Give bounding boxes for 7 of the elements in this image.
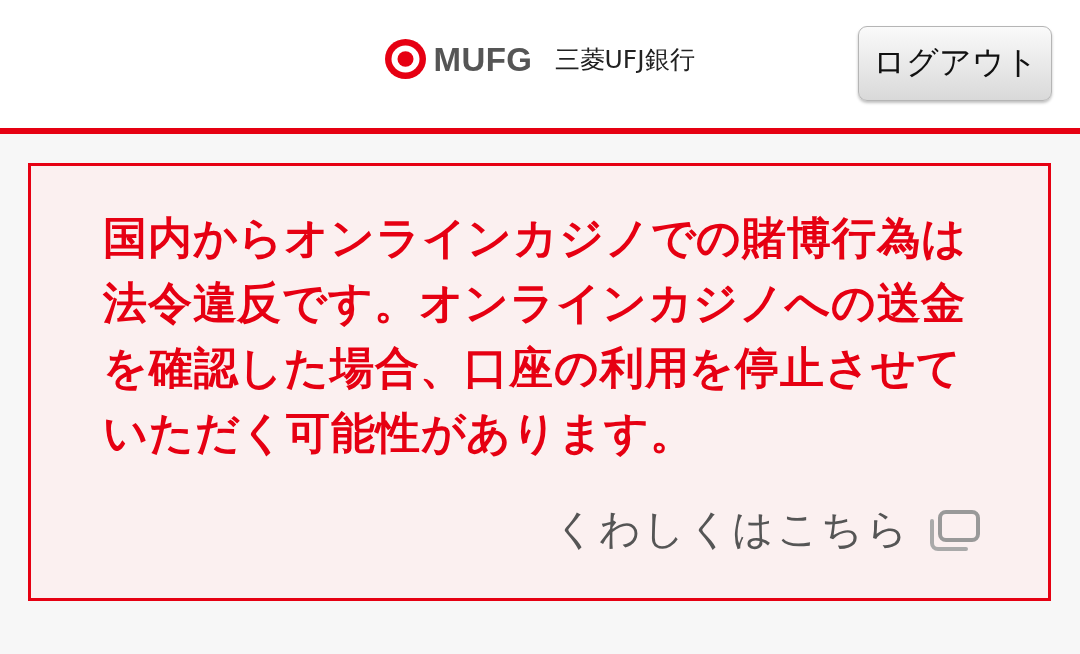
ring-logo-icon (385, 39, 427, 79)
logo-text: MUFG (433, 42, 533, 76)
bank-name: 三菱UFJ銀行 (554, 46, 695, 72)
logout-button[interactable]: ログアウト (858, 25, 1052, 101)
details-link[interactable]: くわしくはこちら (554, 502, 980, 557)
warning-message: 国内からオンラインカジノでの賭博行為は法令違反です。オンラインカジノへの送金を確認した場合、口座の利用を停止させていただく可能性があります。 (103, 211, 969, 460)
overlapping-windows-icon (928, 508, 980, 551)
